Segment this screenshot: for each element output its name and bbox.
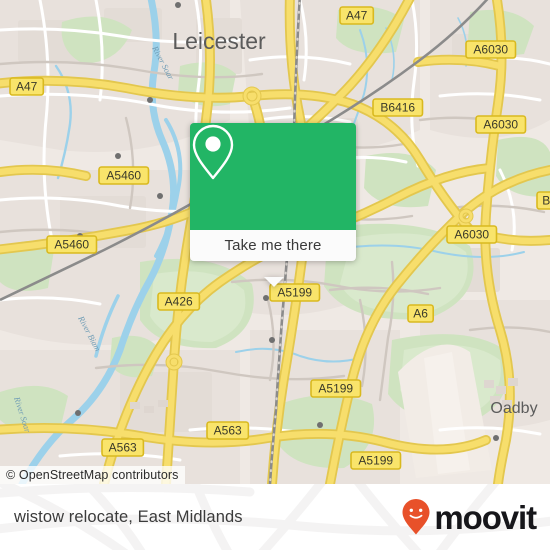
osm-attribution-text: © OpenStreetMap contributors [6, 468, 179, 482]
road-shield-label: A563 [214, 423, 242, 437]
road-shield: A6030 [465, 40, 517, 59]
road-shield: A6030 [475, 115, 527, 134]
road-shield-label: A5460 [106, 168, 141, 182]
moovit-wordmark: moovit [434, 498, 537, 536]
road-shield-label: B6 [542, 193, 550, 207]
road-shield: A563 [206, 421, 250, 440]
osm-attribution: © OpenStreetMap contributors [0, 466, 185, 484]
road-shield: A5199 [310, 379, 362, 398]
popup-header [190, 123, 356, 230]
road-shield-label: A6030 [483, 117, 518, 131]
road-shield: B6416 [372, 98, 424, 117]
road-shield: A563 [101, 438, 145, 457]
road-shield-label: A6 [413, 306, 428, 320]
road-shield: A47 [9, 77, 45, 96]
map-result-screen: River Soar River Biam River Soar Leicester… [0, 0, 550, 550]
road-shield-label: A5460 [54, 237, 89, 251]
road-shield-label: A5199 [358, 453, 393, 467]
moovit-pin-icon [402, 499, 430, 535]
road-shield: A6 [407, 304, 435, 323]
take-me-there-label: Take me there [224, 237, 322, 254]
road-shield: A5460 [98, 166, 150, 185]
road-shield-label: A426 [165, 294, 193, 308]
map-pin-icon [192, 124, 234, 180]
place-label: Leicester [172, 28, 266, 54]
moovit-logo[interactable]: moovit [401, 498, 537, 536]
road-shield: A426 [157, 292, 201, 311]
road-shield-label: A47 [346, 8, 368, 22]
road-shield-label: A6030 [473, 42, 508, 56]
take-me-there-button[interactable]: Take me there [190, 230, 356, 261]
road-shield-label: A47 [16, 79, 38, 93]
road-shield-label: A5199 [277, 285, 312, 299]
road-shield: A5460 [46, 235, 98, 254]
road-shield-label: B6416 [380, 100, 415, 114]
road-shield-label: A6030 [454, 227, 489, 241]
map-canvas[interactable]: River Soar River Biam River Soar Leicester… [0, 0, 550, 484]
road-shield-label: A563 [109, 440, 137, 454]
road-shield: B6 [536, 191, 550, 210]
road-shield-label: A5199 [318, 381, 353, 395]
road-shield: A5199 [350, 451, 402, 470]
road-shield: A6030 [446, 225, 498, 244]
popup-pointer-tail [264, 277, 284, 287]
location-popup-card[interactable]: Take me there [190, 123, 356, 287]
footer-content: wistow relocate, East Midlands moovit [0, 484, 550, 550]
footer-bar: wistow relocate, East Midlands moovit [0, 484, 550, 550]
place-label: Oadby [490, 400, 537, 417]
location-title: wistow relocate, East Midlands [14, 507, 243, 526]
road-shield: A47 [339, 6, 375, 25]
